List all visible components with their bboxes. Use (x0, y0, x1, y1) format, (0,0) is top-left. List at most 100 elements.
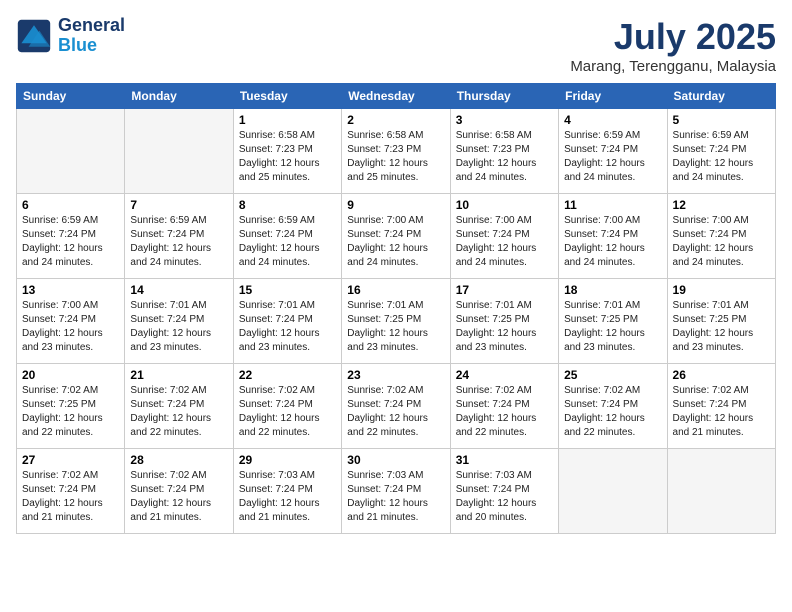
calendar-cell: 26 Sunrise: 7:02 AMSunset: 7:24 PMDayligh… (667, 364, 775, 449)
calendar-cell (667, 449, 775, 534)
day-number: 22 (239, 368, 336, 382)
calendar-cell: 11 Sunrise: 7:00 AMSunset: 7:24 PMDayligh… (559, 194, 667, 279)
calendar-cell: 2Sunrise: 6:58 AMSunset: 7:23 PMDaylight… (342, 109, 450, 194)
day-info: Sunrise: 7:02 AMSunset: 7:24 PMDaylight:… (239, 384, 336, 440)
calendar-cell: 4 Sunrise: 6:59 AMSunset: 7:24 PMDaylight… (559, 109, 667, 194)
day-info: Sunrise: 7:01 AMSunset: 7:24 PMDaylight:… (239, 299, 336, 355)
calendar-cell: 20 Sunrise: 7:02 AMSunset: 7:25 PMDayligh… (17, 364, 125, 449)
weekday-header-wednesday: Wednesday (342, 84, 450, 109)
calendar-cell: 29Sunrise: 7:03 AMSunset: 7:24 PMDayligh… (233, 449, 341, 534)
day-info: Sunrise: 7:02 AMSunset: 7:24 PMDaylight:… (456, 384, 553, 440)
day-number: 31 (456, 453, 553, 467)
day-info: Sunrise: 6:58 AMSunset: 7:23 PMDaylight:… (456, 129, 553, 185)
day-number: 5 (673, 113, 770, 127)
day-number: 6 (22, 198, 119, 212)
day-info: Sunrise: 7:02 AMSunset: 7:24 PMDaylight:… (673, 384, 770, 440)
calendar-cell: 15Sunrise: 7:01 AMSunset: 7:24 PMDayligh… (233, 279, 341, 364)
day-info: Sunrise: 6:59 AMSunset: 7:24 PMDaylight:… (239, 214, 336, 270)
calendar-cell: 14Sunrise: 7:01 AMSunset: 7:24 PMDayligh… (125, 279, 233, 364)
calendar-cell: 27 Sunrise: 7:02 AMSunset: 7:24 PMDayligh… (17, 449, 125, 534)
day-number: 10 (456, 198, 553, 212)
week-row-5: 27 Sunrise: 7:02 AMSunset: 7:24 PMDayligh… (17, 449, 776, 534)
calendar-cell: 5 Sunrise: 6:59 AMSunset: 7:24 PMDaylight… (667, 109, 775, 194)
calendar-cell: 31 Sunrise: 7:03 AMSunset: 7:24 PMDayligh… (450, 449, 558, 534)
day-info: Sunrise: 7:02 AMSunset: 7:24 PMDaylight:… (22, 469, 119, 525)
day-info: Sunrise: 6:58 AMSunset: 7:23 PMDaylight:… (347, 129, 444, 185)
day-info: Sunrise: 7:02 AMSunset: 7:25 PMDaylight:… (22, 384, 119, 440)
calendar-cell: 30Sunrise: 7:03 AMSunset: 7:24 PMDayligh… (342, 449, 450, 534)
day-info: Sunrise: 7:02 AMSunset: 7:24 PMDaylight:… (347, 384, 444, 440)
day-number: 25 (564, 368, 661, 382)
calendar-cell: 23 Sunrise: 7:02 AMSunset: 7:24 PMDayligh… (342, 364, 450, 449)
day-info: Sunrise: 7:03 AMSunset: 7:24 PMDaylight:… (347, 469, 444, 525)
day-number: 4 (564, 113, 661, 127)
logo: General Blue (16, 16, 125, 56)
calendar-cell: 16 Sunrise: 7:01 AMSunset: 7:25 PMDayligh… (342, 279, 450, 364)
calendar-cell: 21Sunrise: 7:02 AMSunset: 7:24 PMDayligh… (125, 364, 233, 449)
calendar-cell: 8 Sunrise: 6:59 AMSunset: 7:24 PMDaylight… (233, 194, 341, 279)
day-info: Sunrise: 7:00 AMSunset: 7:24 PMDaylight:… (564, 214, 661, 270)
calendar-cell: 19 Sunrise: 7:01 AMSunset: 7:25 PMDayligh… (667, 279, 775, 364)
day-number: 19 (673, 283, 770, 297)
day-info: Sunrise: 6:59 AMSunset: 7:24 PMDaylight:… (564, 129, 661, 185)
week-row-4: 20 Sunrise: 7:02 AMSunset: 7:25 PMDayligh… (17, 364, 776, 449)
day-info: Sunrise: 7:02 AMSunset: 7:24 PMDaylight:… (130, 469, 227, 525)
day-info: Sunrise: 7:00 AMSunset: 7:24 PMDaylight:… (22, 299, 119, 355)
day-info: Sunrise: 6:58 AMSunset: 7:23 PMDaylight:… (239, 129, 336, 185)
day-number: 13 (22, 283, 119, 297)
calendar-cell: 10 Sunrise: 7:00 AMSunset: 7:24 PMDayligh… (450, 194, 558, 279)
weekday-header-tuesday: Tuesday (233, 84, 341, 109)
day-number: 16 (347, 283, 444, 297)
day-number: 12 (673, 198, 770, 212)
weekday-header-saturday: Saturday (667, 84, 775, 109)
calendar-cell: 17Sunrise: 7:01 AMSunset: 7:25 PMDayligh… (450, 279, 558, 364)
day-number: 3 (456, 113, 553, 127)
weekday-header-row: SundayMondayTuesdayWednesdayThursdayFrid… (17, 84, 776, 109)
calendar-cell: 13 Sunrise: 7:00 AMSunset: 7:24 PMDayligh… (17, 279, 125, 364)
day-info: Sunrise: 7:00 AMSunset: 7:24 PMDaylight:… (347, 214, 444, 270)
calendar: SundayMondayTuesdayWednesdayThursdayFrid… (16, 83, 776, 534)
calendar-cell: 24 Sunrise: 7:02 AMSunset: 7:24 PMDayligh… (450, 364, 558, 449)
day-info: Sunrise: 7:00 AMSunset: 7:24 PMDaylight:… (456, 214, 553, 270)
day-info: Sunrise: 6:59 AMSunset: 7:24 PMDaylight:… (22, 214, 119, 270)
day-number: 27 (22, 453, 119, 467)
day-info: Sunrise: 7:01 AMSunset: 7:25 PMDaylight:… (347, 299, 444, 355)
day-number: 9 (347, 198, 444, 212)
day-number: 8 (239, 198, 336, 212)
day-number: 29 (239, 453, 336, 467)
day-info: Sunrise: 7:02 AMSunset: 7:24 PMDaylight:… (130, 384, 227, 440)
day-info: Sunrise: 6:59 AMSunset: 7:24 PMDaylight:… (673, 129, 770, 185)
location-title: Marang, Terengganu, Malaysia (570, 58, 776, 75)
day-number: 14 (130, 283, 227, 297)
week-row-2: 6 Sunrise: 6:59 AMSunset: 7:24 PMDaylight… (17, 194, 776, 279)
title-area: July 2025 Marang, Terengganu, Malaysia (570, 16, 776, 75)
day-number: 26 (673, 368, 770, 382)
day-info: Sunrise: 7:03 AMSunset: 7:24 PMDaylight:… (456, 469, 553, 525)
week-row-3: 13 Sunrise: 7:00 AMSunset: 7:24 PMDayligh… (17, 279, 776, 364)
calendar-cell: 9 Sunrise: 7:00 AMSunset: 7:24 PMDaylight… (342, 194, 450, 279)
calendar-cell: 12 Sunrise: 7:00 AMSunset: 7:24 PMDayligh… (667, 194, 775, 279)
day-number: 20 (22, 368, 119, 382)
day-info: Sunrise: 7:01 AMSunset: 7:25 PMDaylight:… (673, 299, 770, 355)
weekday-header-thursday: Thursday (450, 84, 558, 109)
day-number: 24 (456, 368, 553, 382)
logo-text: General Blue (58, 16, 125, 56)
calendar-cell: 6 Sunrise: 6:59 AMSunset: 7:24 PMDaylight… (17, 194, 125, 279)
day-info: Sunrise: 7:00 AMSunset: 7:24 PMDaylight:… (673, 214, 770, 270)
header: General Blue July 2025 Marang, Terenggan… (16, 16, 776, 75)
month-title: July 2025 (570, 16, 776, 58)
day-number: 17 (456, 283, 553, 297)
day-info: Sunrise: 7:02 AMSunset: 7:24 PMDaylight:… (564, 384, 661, 440)
day-info: Sunrise: 7:01 AMSunset: 7:25 PMDaylight:… (564, 299, 661, 355)
calendar-cell (125, 109, 233, 194)
calendar-cell: 3 Sunrise: 6:58 AMSunset: 7:23 PMDaylight… (450, 109, 558, 194)
day-number: 23 (347, 368, 444, 382)
day-number: 7 (130, 198, 227, 212)
day-number: 28 (130, 453, 227, 467)
calendar-cell: 18Sunrise: 7:01 AMSunset: 7:25 PMDayligh… (559, 279, 667, 364)
day-number: 11 (564, 198, 661, 212)
day-number: 1 (239, 113, 336, 127)
weekday-header-sunday: Sunday (17, 84, 125, 109)
calendar-cell: 1 Sunrise: 6:58 AMSunset: 7:23 PMDaylight… (233, 109, 341, 194)
day-info: Sunrise: 6:59 AMSunset: 7:24 PMDaylight:… (130, 214, 227, 270)
